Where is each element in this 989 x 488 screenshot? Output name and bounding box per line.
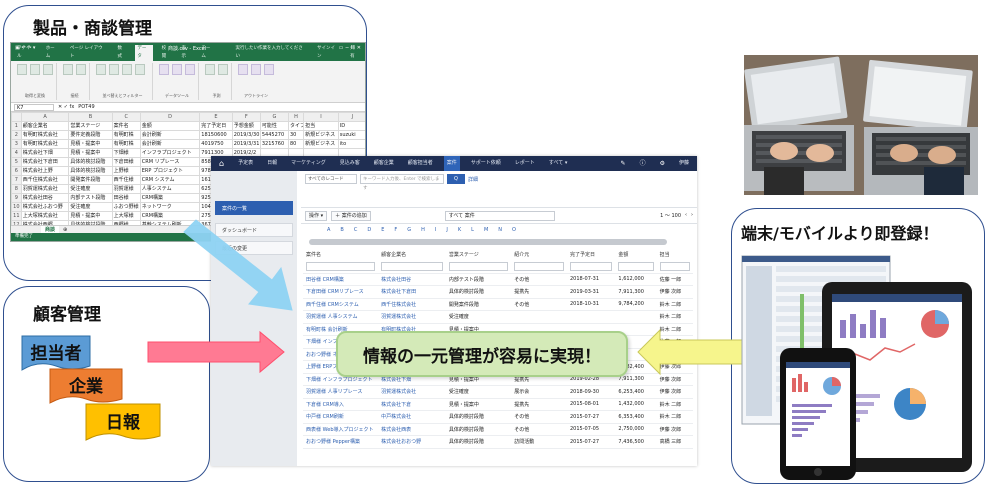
tag-company: 企業 — [69, 376, 103, 397]
central-message-banner: 情報の一元管理が容易に実現！ — [336, 331, 628, 377]
tag-contact: 担当者 — [30, 343, 82, 364]
devices-illustration — [741, 255, 972, 480]
tag-report: 日報 — [106, 412, 140, 433]
laptop-typing-photo — [744, 55, 978, 195]
